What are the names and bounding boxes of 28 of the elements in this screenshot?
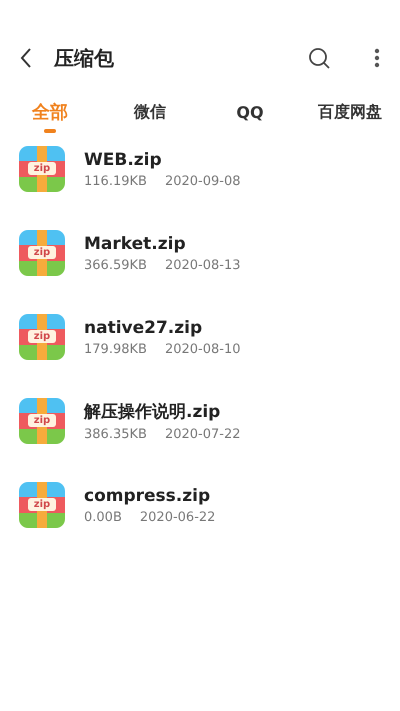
file-date: 2020-09-08 xyxy=(164,174,240,188)
file-name: WEB.zip xyxy=(84,150,163,170)
tab[interactable]: QQ xyxy=(236,98,264,126)
tab[interactable]: 百度网盘 xyxy=(318,98,382,126)
file-name: compress.zip xyxy=(84,486,212,506)
file-name: native27.zip xyxy=(84,318,204,338)
file-row[interactable]: zip compress.zip 0.00B 2020-06-22 xyxy=(0,463,400,547)
file-size: 0.00B xyxy=(84,510,122,524)
file-name: Market.zip xyxy=(84,234,187,254)
tab-indicator xyxy=(44,129,56,133)
tab[interactable]: 微信 xyxy=(134,98,166,126)
file-row[interactable]: zip Market.zip 366.59KB 2020-08-13 xyxy=(0,211,400,295)
file-row[interactable]: zip WEB.zip 116.19KB 2020-09-08 xyxy=(0,127,400,211)
file-date: 2020-08-13 xyxy=(164,258,240,272)
back-icon[interactable] xyxy=(20,48,32,68)
file-date: 2020-07-22 xyxy=(164,427,240,442)
more-icon[interactable] xyxy=(374,48,380,68)
search-icon[interactable] xyxy=(308,47,330,69)
file-size: 366.59KB xyxy=(84,258,147,272)
file-date: 2020-06-22 xyxy=(140,510,216,524)
file-name: 解压操作说明.zip xyxy=(84,401,222,423)
file-row[interactable]: zip 解压操作说明.zip 386.35KB 2020-07-22 xyxy=(0,379,400,463)
page-title: 压缩包 xyxy=(54,44,114,72)
file-size: 116.19KB xyxy=(84,174,147,188)
file-row[interactable]: zip native27.zip 179.98KB 2020-08-10 xyxy=(0,295,400,379)
file-size: 179.98KB xyxy=(84,342,147,356)
file-date: 2020-08-10 xyxy=(164,342,240,356)
file-size: 386.35KB xyxy=(84,427,147,442)
